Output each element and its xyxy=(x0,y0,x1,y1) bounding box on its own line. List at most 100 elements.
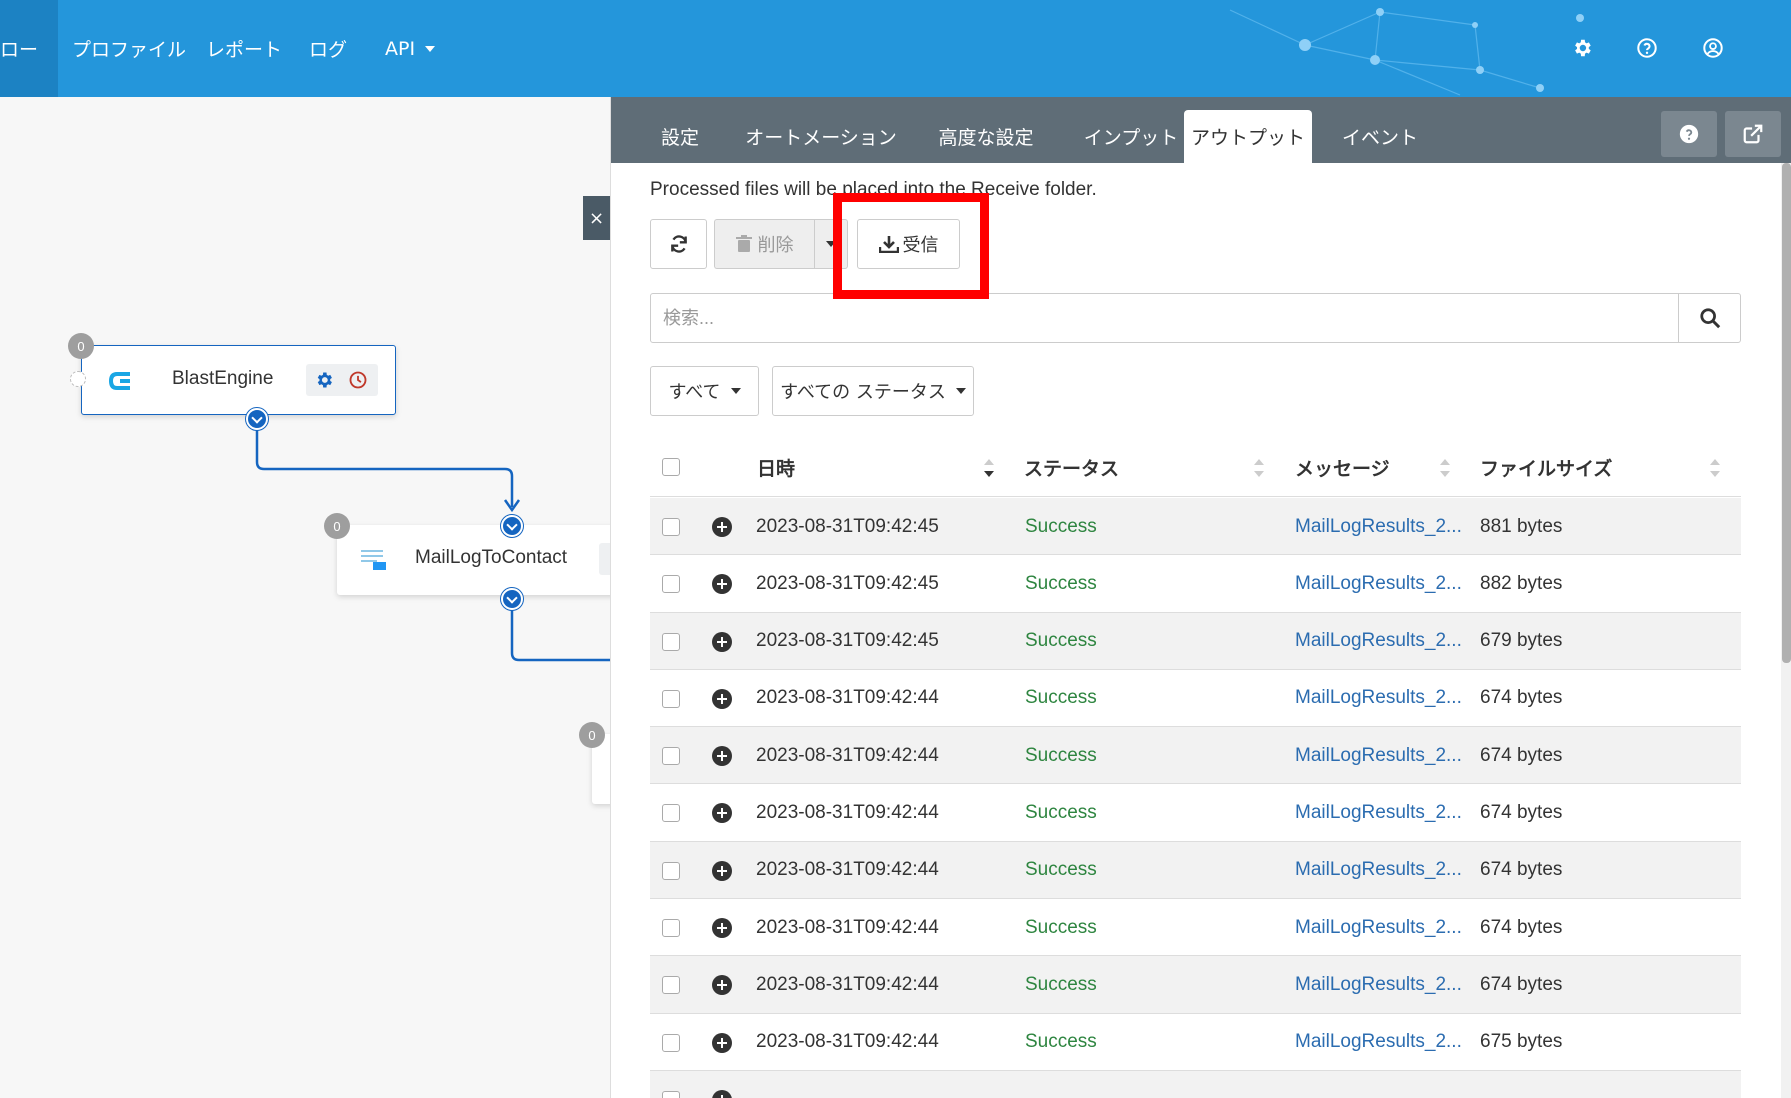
flow-node-blastengine[interactable]: BlastEngine xyxy=(81,345,396,415)
row-checkbox[interactable] xyxy=(662,632,680,651)
expand-plus-icon[interactable] xyxy=(712,918,732,939)
node-settings-gear-icon[interactable] xyxy=(314,370,334,390)
search-input[interactable] xyxy=(651,294,1681,342)
row-checkbox[interactable] xyxy=(662,919,680,938)
close-panel-button[interactable]: × xyxy=(583,196,610,240)
expand-plus-icon[interactable] xyxy=(712,746,732,767)
filter-status-label: すべての ステータス xyxy=(780,382,946,403)
row-checkbox[interactable] xyxy=(662,518,680,536)
table-row[interactable]: 2023-08-31T09:42:45 Success MailLogResul… xyxy=(650,555,1741,613)
expand-plus-icon[interactable] xyxy=(712,631,732,652)
expand-plus-icon[interactable] xyxy=(712,688,732,709)
row-checkbox[interactable] xyxy=(662,804,680,823)
sort-icon[interactable] xyxy=(1254,459,1264,477)
row-message-link[interactable]: MailLogResults_2... xyxy=(1295,727,1462,784)
tab-output[interactable]: アウトプット xyxy=(1184,110,1312,163)
table-row[interactable]: 2023-08-31T09:42:44 Success MailLogResul… xyxy=(650,727,1741,785)
delete-label: 削除 xyxy=(757,235,794,256)
row-message-link[interactable]: MailLogResults_2... xyxy=(1295,784,1462,841)
node-input-port[interactable] xyxy=(501,515,523,537)
refresh-button[interactable] xyxy=(650,219,707,269)
row-checkbox[interactable] xyxy=(662,689,680,708)
column-header-filesize[interactable]: ファイルサイズ xyxy=(1480,437,1612,497)
expand-plus-icon[interactable] xyxy=(712,517,732,537)
row-message-link[interactable]: MailLogResults_2... xyxy=(1295,899,1462,956)
tab-advanced[interactable]: 高度な設定 xyxy=(913,110,1059,163)
row-checkbox[interactable] xyxy=(662,1033,680,1052)
panel-scrollbar[interactable] xyxy=(1781,163,1791,1098)
delete-button[interactable]: 削除 xyxy=(714,219,814,269)
column-header-date[interactable]: 日時 xyxy=(757,437,795,497)
row-status: Success xyxy=(1025,1031,1097,1053)
flow-node-maillogtocontact[interactable]: MailLogToContact xyxy=(337,525,610,595)
column-header-status[interactable]: ステータス xyxy=(1024,437,1119,497)
search-button[interactable] xyxy=(1678,294,1740,342)
table-row[interactable]: 2023-08-31T09:42:44 Success MailLogResul… xyxy=(650,841,1741,900)
select-all-checkbox[interactable] xyxy=(662,458,680,476)
nav-item-api[interactable]: API xyxy=(361,0,459,97)
expand-plus-icon[interactable] xyxy=(712,975,732,996)
node-actions xyxy=(599,543,610,575)
row-message-link[interactable]: MailLogResults_2... xyxy=(1295,670,1462,727)
gear-icon[interactable] xyxy=(1571,37,1593,59)
node-output-port[interactable] xyxy=(501,588,523,610)
user-icon[interactable] xyxy=(1702,37,1724,59)
table-row[interactable]: 2023-08-31T09:42:44 Success MailLogResul… xyxy=(650,670,1741,728)
row-date: 2023-08-31T09:42:45 xyxy=(756,630,939,652)
expand-plus-icon[interactable] xyxy=(712,803,732,824)
row-date: 2023-08-31T09:42:45 xyxy=(756,515,939,537)
flow-canvas[interactable]: BlastEngine 0 MailLogToContact 0 0 xyxy=(0,97,610,1098)
nav-item-log[interactable]: ログ xyxy=(285,0,371,97)
node-schedule-clock-icon[interactable] xyxy=(348,370,368,390)
node-input-port[interactable] xyxy=(70,371,86,387)
row-message-link[interactable]: MailLogResults_2... xyxy=(1295,613,1462,670)
row-filesize: 674 bytes xyxy=(1480,859,1563,881)
row-filesize: 674 bytes xyxy=(1480,973,1563,995)
row-checkbox[interactable] xyxy=(662,1090,680,1098)
tab-events[interactable]: イベント xyxy=(1323,110,1437,163)
filter-all-dropdown[interactable]: すべて xyxy=(650,366,759,416)
row-checkbox[interactable] xyxy=(662,976,680,995)
expand-plus-icon[interactable] xyxy=(712,1032,732,1053)
table-row[interactable]: 2023-08-31T09:42:44 Success MailLogResul… xyxy=(650,784,1741,842)
sort-icon[interactable] xyxy=(1710,459,1720,477)
sort-desc-icon[interactable] xyxy=(984,459,994,477)
row-message-link[interactable]: MailLogResults_2... xyxy=(1295,498,1462,555)
row-checkbox[interactable] xyxy=(662,575,680,594)
expand-plus-icon[interactable] xyxy=(712,574,732,595)
row-status: Success xyxy=(1025,916,1097,938)
nav-label: ロー xyxy=(0,39,39,61)
tab-automation[interactable]: オートメーション xyxy=(739,110,903,163)
row-filesize: 674 bytes xyxy=(1480,744,1563,766)
table-row[interactable]: 2023-08-31T09:42:45 Success MailLogResul… xyxy=(650,498,1741,556)
trash-icon xyxy=(735,235,752,252)
tab-settings[interactable]: 設定 xyxy=(631,110,729,163)
scrollbar-thumb[interactable] xyxy=(1782,163,1791,663)
expand-plus-icon[interactable] xyxy=(712,1089,732,1098)
column-header-message[interactable]: メッセージ xyxy=(1295,437,1390,497)
row-message-link[interactable]: MailLogResults_2... xyxy=(1295,1014,1462,1071)
row-checkbox[interactable] xyxy=(662,861,680,880)
table-row[interactable]: 2023-08-31T09:42:45 Success MailLogResul… xyxy=(650,612,1741,670)
table-row[interactable]: 2023-08-31T09:42:44 Success MailLogResul… xyxy=(650,956,1741,1014)
table-row[interactable]: 2023-08-31T09:42:44 Success MailLogResul… xyxy=(650,1014,1741,1071)
row-date: 2023-08-31T09:42:44 xyxy=(756,859,939,881)
tab-input[interactable]: インプット xyxy=(1069,110,1193,163)
refresh-icon xyxy=(670,235,687,253)
expand-plus-icon[interactable] xyxy=(712,860,732,881)
row-status: Success xyxy=(1025,515,1097,537)
table-row[interactable]: 2023-08-31T09:42:44 Success MailLogResul… xyxy=(650,899,1741,957)
row-message-link[interactable]: MailLogResults_2... xyxy=(1295,555,1462,612)
row-message-link[interactable]: MailLogResults_2... xyxy=(1295,842,1462,899)
help-icon[interactable] xyxy=(1636,37,1658,59)
output-panel: 設定 オートメーション 高度な設定 インプット アウトプット イベント Proc… xyxy=(610,97,1791,1098)
node-output-port[interactable] xyxy=(246,408,268,430)
sort-icon[interactable] xyxy=(1440,459,1450,477)
panel-popout-button[interactable] xyxy=(1725,111,1781,157)
table-row-partial[interactable] xyxy=(650,1070,1741,1098)
row-checkbox[interactable] xyxy=(662,747,680,766)
filter-status-dropdown[interactable]: すべての ステータス xyxy=(772,366,974,416)
top-nav: ロー プロファイル レポート ログ API xyxy=(0,0,1791,97)
row-message-link[interactable]: MailLogResults_2... xyxy=(1295,956,1462,1013)
panel-help-button[interactable] xyxy=(1661,111,1717,157)
